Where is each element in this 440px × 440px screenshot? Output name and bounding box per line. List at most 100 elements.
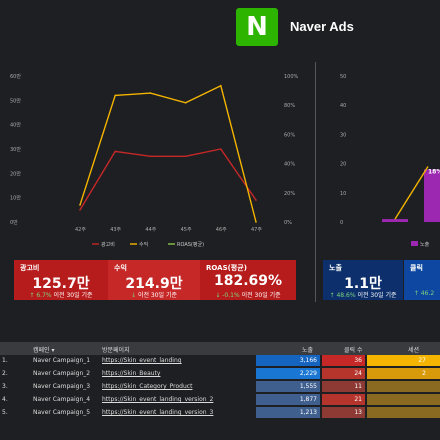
logo-letter: N (246, 12, 268, 42)
impressions-value: 3,166 (299, 357, 317, 364)
kpi-delta-value: -0.1% (222, 292, 240, 299)
series-line (79, 84, 257, 223)
delta-arrow-icon: ↑ (29, 292, 35, 299)
campaign-name: Naver Campaign_2 (33, 370, 91, 377)
clicks-value: 13 (354, 409, 362, 416)
col-sessions-header[interactable]: 세션 (408, 345, 419, 354)
kpi-card: 수익 214.9만 ↓ 이전 30일 기준 (108, 260, 200, 300)
impressions-cell: 1,213 (256, 407, 320, 418)
impressions-value: 1,877 (299, 396, 317, 403)
line-chart: 0만 10만 20만 30만 40만 50만 60만 0% 20% 40% 60% 80% 100% 42… (10, 73, 299, 248)
y-tick-label: 30만 (10, 146, 21, 153)
table-row[interactable]: 5. Naver Campaign_5 https://Skin_event_lan… (0, 407, 440, 418)
kpi-card: 클릭 ↑ 46.2 (404, 260, 440, 300)
row-index: 4. (2, 396, 8, 403)
bar-chart: 0 10 20 30 40 50 18% 노출 (340, 74, 440, 248)
kpi-card: 광고비 125.7만 ↑ 6.7% 이전 30일 기준 (14, 260, 108, 300)
table-row[interactable]: 3. Naver Campaign_3 https://Skin_Category_… (0, 381, 440, 392)
sessions-cell (367, 407, 440, 418)
row-index: 5. (2, 409, 8, 416)
row-index: 2. (2, 370, 8, 377)
kpi-note: 이전 30일 기준 (241, 292, 281, 299)
col-landing-header[interactable]: 방문페이지 (102, 345, 130, 354)
clicks-cell: 13 (322, 407, 365, 418)
series-line (394, 166, 429, 220)
x-tick-label: 46주 (216, 227, 227, 233)
row-index: 3. (2, 383, 8, 390)
landing-link[interactable]: https://Skin_Category_Product (102, 383, 192, 390)
kpi-value: 182.69% (213, 273, 283, 289)
sessions-cell (367, 394, 440, 405)
landing-link[interactable]: https://Skin_event_landing_version_3 (102, 409, 213, 416)
table-row[interactable]: 4. Naver Campaign_4 https://Skin_event_lan… (0, 394, 440, 405)
sessions-value: 27 (418, 357, 426, 364)
kpi-delta: ↑ 46.2 (404, 290, 440, 297)
bar (424, 169, 440, 222)
series-point (220, 84, 222, 87)
bar (382, 219, 408, 222)
brand-name: Naver Ads (290, 19, 354, 34)
series-point (79, 204, 81, 206)
landing-link[interactable]: https://Skin_event_landing_version_2 (102, 396, 213, 403)
kpi-label: 수익 (114, 264, 127, 272)
landing-link[interactable]: https://Skin_event_landing (102, 357, 182, 364)
table-header: 캠페인 ▾ 방문페이지 노출 클릭 수 세션 (0, 342, 440, 355)
impressions-cell: 3,166 (256, 355, 320, 366)
series-point (79, 209, 81, 211)
kpi-label: 광고비 (20, 264, 40, 272)
series-point (184, 101, 187, 104)
col-campaign-header[interactable]: 캠페인 ▾ (33, 345, 54, 354)
sessions-cell: 27 (367, 355, 440, 366)
y2-tick-label: 20% (284, 191, 295, 197)
x-tick-label: 45주 (181, 227, 192, 233)
campaign-name: Naver Campaign_1 (33, 357, 91, 364)
kpi-delta: ↓ -0.1% 이전 30일 기준 (200, 290, 296, 299)
series-point (149, 92, 152, 94)
impressions-value: 1,213 (299, 409, 317, 416)
series-point (114, 94, 116, 97)
col-clicks-header[interactable]: 클릭 수 (344, 345, 362, 354)
y-tick-label: 10 (340, 191, 346, 197)
kpi-delta-value: 48.6% (336, 292, 356, 299)
y-tick-label: 10만 (10, 195, 21, 202)
legend-label: 수익 (139, 241, 148, 248)
kpi-note: 이전 30일 기준 (137, 292, 177, 299)
table-row[interactable]: 2. Naver Campaign_2 https://Skin_Beauty 2,2… (0, 368, 440, 379)
clicks-cell: 21 (322, 394, 365, 405)
campaign-name: Naver Campaign_5 (33, 409, 91, 416)
y-tick-label: 0만 (10, 219, 18, 226)
clicks-value: 21 (354, 396, 362, 403)
y2-tick-label: 40% (284, 162, 295, 168)
series-point (114, 150, 116, 153)
kpi-delta: ↑ 6.7% 이전 30일 기준 (14, 290, 108, 299)
impressions-cell: 1,877 (256, 394, 320, 405)
y2-tick-label: 60% (284, 132, 295, 138)
clicks-value: 11 (354, 383, 362, 390)
sessions-cell: 2 (367, 368, 440, 379)
kpi-label: 노출 (329, 264, 342, 272)
y2-tick-label: 100% (284, 74, 299, 80)
y-tick-label: 30 (340, 132, 346, 138)
x-tick-label: 47주 (251, 227, 262, 233)
col-impressions-header[interactable]: 노출 (302, 345, 313, 354)
delta-arrow-icon: ↑ (329, 292, 335, 299)
kpi-card: ROAS(평균) 182.69% ↓ -0.1% 이전 30일 기준 (200, 260, 296, 300)
table-row[interactable]: 1. Naver Campaign_1 https://Skin_event_lan… (0, 355, 440, 366)
legend-label: ROAS(평균) (177, 241, 204, 248)
legend-swatch (411, 241, 418, 246)
x-tick-label: 44주 (145, 227, 156, 233)
kpi-label: 클릭 (410, 264, 423, 272)
impressions-value: 2,229 (299, 370, 317, 377)
y-tick-label: 50만 (10, 97, 21, 104)
clicks-value: 36 (354, 357, 362, 364)
impressions-cell: 2,229 (256, 368, 320, 379)
sessions-value: 2 (422, 370, 426, 377)
clicks-cell: 11 (322, 381, 365, 392)
kpi-delta-value: 46.2 (420, 290, 435, 297)
series-point (220, 148, 222, 150)
y-tick-label: 40만 (10, 122, 21, 129)
landing-link[interactable]: https://Skin_Beauty (102, 370, 160, 377)
impressions-cell: 1,555 (256, 381, 320, 392)
y-tick-label: 20 (340, 162, 346, 168)
y2-tick-label: 0% (284, 220, 292, 226)
